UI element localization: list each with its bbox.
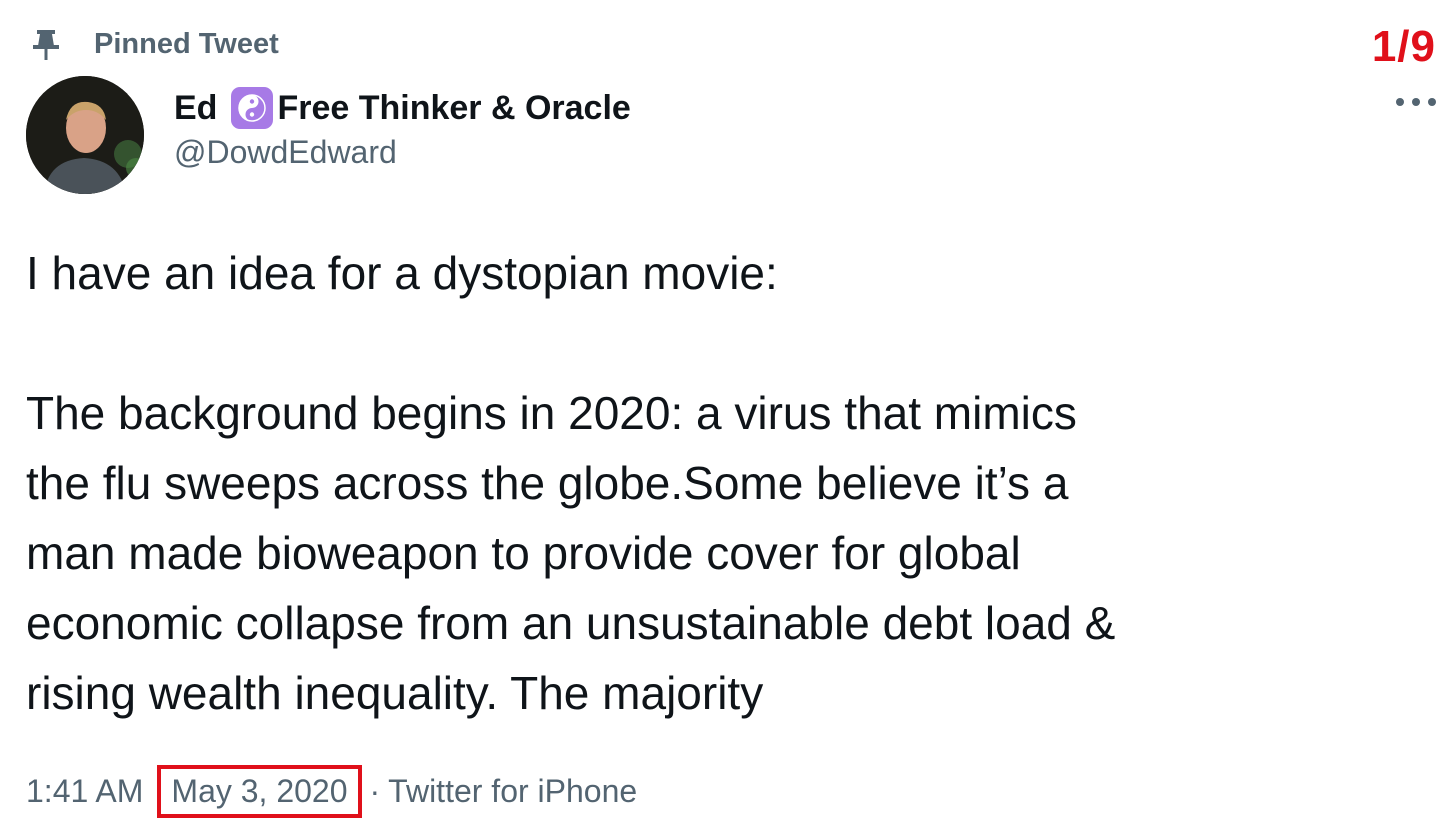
tweet-date[interactable]: May 3, 2020 [157,764,362,818]
pin-icon [28,26,64,62]
author-first-name: Ed [174,88,218,127]
tweet-source[interactable]: Twitter for iPhone [388,773,637,810]
tweet-line: The background begins in 2020: a virus t… [26,387,1077,439]
tweet-line: rising wealth inequality. The majority [26,667,764,719]
tweet-text: I have an idea for a dystopian movie: Th… [26,238,1436,728]
thread-counter: 1/9 [1371,22,1436,71]
tweet-time[interactable]: 1:41 AM [26,773,143,810]
tweet-line: the flu sweeps across the globe.Some bel… [26,457,1069,509]
pinned-label: Pinned Tweet [94,27,279,60]
meta-separator: · [369,772,381,809]
tweet-meta: 1:41 AM May 3, 2020 · Twitter for iPhone [26,764,637,818]
tweet-line: man made bioweapon to provide cover for … [26,527,1021,579]
tweet-line: I have an idea for a dystopian movie: [26,247,778,299]
yin-yang-icon [231,87,274,129]
author-name-suffix: Free Thinker & Oracle [277,88,631,127]
tweet-line: economic collapse from an unsustainable … [26,597,1116,649]
author-handle[interactable]: @DowdEdward [174,134,397,171]
avatar[interactable] [26,76,144,194]
pinned-indicator: Pinned Tweet [28,24,279,64]
author-name[interactable]: Ed Free Thinker & Oracle [174,82,631,134]
more-icon[interactable] [1396,92,1436,112]
